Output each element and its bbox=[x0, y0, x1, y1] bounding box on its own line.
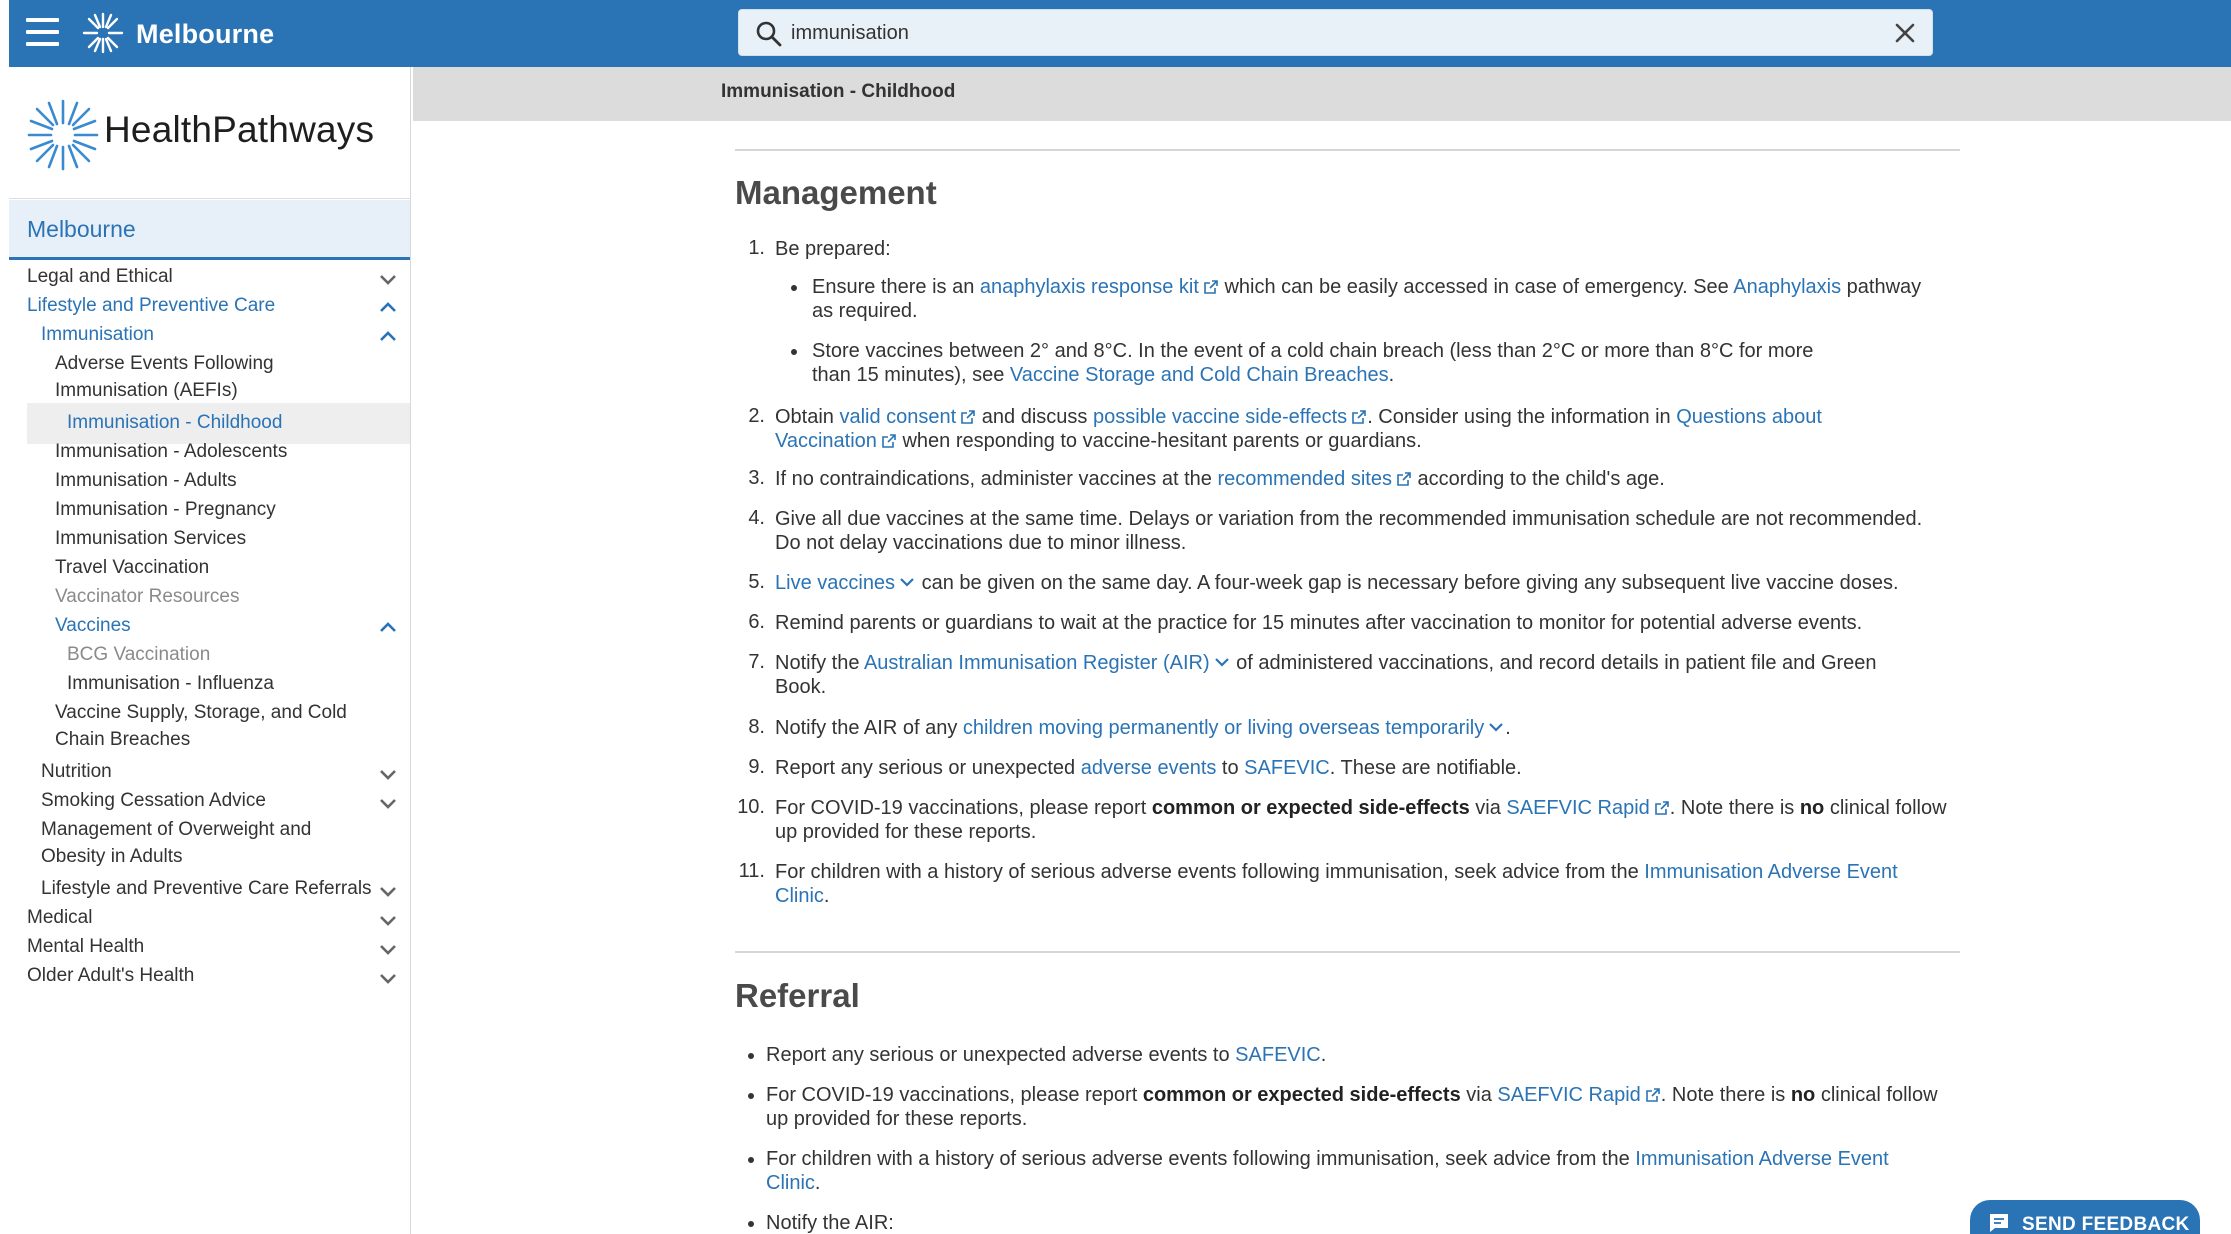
list-number: 10. bbox=[737, 796, 765, 818]
healthpathways-star-icon[interactable] bbox=[81, 11, 125, 55]
region-title[interactable]: Melbourne bbox=[136, 19, 274, 50]
air-link[interactable]: Australian Immunisation Register (AIR) bbox=[864, 652, 1210, 674]
sidebar-item[interactable]: Older Adult's Health bbox=[9, 956, 410, 997]
list-number: 8. bbox=[748, 716, 765, 738]
send-feedback-button[interactable]: SEND FEEDBACK bbox=[1970, 1200, 2200, 1234]
list-item-7: Notify the Australian Immunisation Regis… bbox=[775, 652, 1877, 698]
valid-consent-link[interactable]: valid consent bbox=[839, 406, 956, 428]
referral-item-4: Notify the AIR: bbox=[766, 1212, 894, 1234]
bullet bbox=[748, 1157, 754, 1163]
list-item-10: For COVID-19 vaccinations, please report… bbox=[775, 797, 1947, 843]
breadcrumb: Immunisation - Childhood bbox=[721, 81, 956, 102]
section-divider bbox=[735, 149, 1960, 151]
bullet bbox=[748, 1221, 754, 1227]
adverse-event-clinic-link[interactable]: Immunisation Adverse Event bbox=[1644, 861, 1897, 883]
management-heading: Management bbox=[735, 174, 937, 211]
external-link-icon bbox=[961, 410, 976, 424]
list-item-4: Give all due vaccines at the same time. … bbox=[775, 508, 1923, 554]
live-vaccines-link[interactable]: Live vaccines bbox=[775, 572, 895, 594]
referral-heading: Referral bbox=[735, 977, 860, 1014]
list-number: 1. bbox=[748, 237, 765, 259]
referral-saefvic-rapid-link[interactable]: SAEFVIC Rapid bbox=[1497, 1084, 1640, 1106]
list-item-8: Notify the AIR of any children moving pe… bbox=[775, 717, 1511, 739]
sidebar-item-label-line2: Obesity in Adults bbox=[41, 846, 183, 867]
external-link-icon bbox=[1204, 280, 1218, 294]
referral-item-2: For COVID-19 vaccinations, please report… bbox=[766, 1084, 1938, 1130]
adverse-events-link[interactable]: adverse events bbox=[1081, 757, 1217, 779]
close-icon[interactable] bbox=[1892, 20, 1918, 46]
bullet bbox=[791, 285, 797, 291]
list-item-3: If no contraindications, administer vacc… bbox=[775, 468, 1665, 490]
list-number: 9. bbox=[748, 756, 765, 778]
list-number: 7. bbox=[748, 651, 765, 673]
side-effects-link[interactable]: possible vaccine side-effects bbox=[1093, 406, 1347, 428]
breadcrumb-bar: Immunisation - Childhood bbox=[413, 67, 2231, 121]
list-item-1-bullet-2: Store vaccines between 2° and 8°C. In th… bbox=[812, 340, 1814, 386]
list-number: 3. bbox=[748, 467, 765, 489]
external-link-icon bbox=[1654, 801, 1669, 815]
list-item-11: For children with a history of serious a… bbox=[775, 861, 1898, 907]
list-item-1: Be prepared: bbox=[775, 238, 891, 260]
sidebar-item-label: Older Adult's Health bbox=[27, 965, 195, 986]
adverse-event-clinic-link-2[interactable]: Clinic bbox=[775, 885, 824, 907]
hamburger-menu-icon[interactable] bbox=[26, 18, 59, 46]
referral-clinic-link-2[interactable]: Clinic bbox=[766, 1172, 815, 1194]
section-divider bbox=[735, 951, 1960, 953]
external-link-icon bbox=[1645, 1088, 1660, 1102]
referral-item-3: For children with a history of serious a… bbox=[766, 1148, 1889, 1194]
list-item-2: Obtain valid consent and discuss possibl… bbox=[775, 406, 1822, 452]
region-selector[interactable]: Melbourne bbox=[9, 200, 410, 260]
external-link-icon bbox=[1397, 472, 1411, 486]
list-item-9: Report any serious or unexpected adverse… bbox=[775, 757, 1522, 779]
list-number: 2. bbox=[748, 405, 765, 427]
bullet bbox=[748, 1053, 754, 1059]
region-label: Melbourne bbox=[27, 216, 136, 242]
children-overseas-link[interactable]: children moving permanently or living ov… bbox=[963, 717, 1484, 739]
referral-item-1: Report any serious or unexpected adverse… bbox=[766, 1044, 1327, 1066]
sidebar-item-label: Adverse Events Following bbox=[55, 353, 274, 374]
bullet bbox=[748, 1093, 754, 1099]
anaphylaxis-link[interactable]: Anaphylaxis bbox=[1733, 276, 1841, 298]
referral-clinic-link[interactable]: Immunisation Adverse Event bbox=[1635, 1148, 1888, 1170]
bullet bbox=[791, 349, 797, 355]
list-number: 6. bbox=[748, 611, 765, 633]
list-number: 5. bbox=[748, 571, 765, 593]
questions-about-vaccination-link-2[interactable]: Vaccination bbox=[775, 430, 877, 452]
questions-about-vaccination-link[interactable]: Questions about bbox=[1676, 406, 1822, 428]
healthpathways-logo-icon bbox=[27, 99, 99, 171]
magnifier-icon bbox=[756, 21, 782, 47]
send-feedback-label: SEND FEEDBACK bbox=[2022, 1214, 2190, 1234]
top-bar: Melbourne bbox=[9, 0, 2231, 67]
cold-chain-link[interactable]: Vaccine Storage and Cold Chain Breaches bbox=[1010, 364, 1389, 386]
list-number: 11. bbox=[738, 860, 765, 882]
external-link-icon bbox=[882, 434, 896, 448]
list-item-5: Live vaccines can be given on the same d… bbox=[775, 572, 1899, 594]
brand-name: HealthPathways bbox=[104, 109, 375, 150]
list-item-6: Remind parents or guardians to wait at t… bbox=[775, 612, 1863, 634]
chevron-down-icon[interactable] bbox=[898, 575, 916, 589]
list-number: 4. bbox=[748, 507, 765, 529]
anaphylaxis-kit-link[interactable]: anaphylaxis response kit bbox=[980, 276, 1199, 298]
sidebar-item-label: Management of Overweight and bbox=[41, 819, 312, 840]
recommended-sites-link[interactable]: recommended sites bbox=[1217, 468, 1392, 490]
search-input[interactable] bbox=[791, 17, 1861, 49]
sidebar-item-label-line2: Chain Breaches bbox=[55, 729, 191, 750]
chevron-down-icon[interactable] bbox=[1213, 655, 1231, 669]
referral-safevic-link[interactable]: SAFEVIC bbox=[1235, 1044, 1321, 1066]
chevron-down-icon[interactable] bbox=[1487, 720, 1505, 734]
chevron-down-icon[interactable] bbox=[376, 966, 400, 990]
search-box[interactable] bbox=[738, 9, 1933, 56]
saefvic-rapid-link[interactable]: SAEFVIC Rapid bbox=[1506, 797, 1649, 819]
sidebar-item-label-line2: Immunisation (AEFIs) bbox=[55, 380, 238, 401]
sidebar-item-label: Vaccine Supply, Storage, and Cold bbox=[55, 702, 347, 723]
message-icon bbox=[1990, 1214, 2008, 1232]
list-item-1-bullet-1: Ensure there is an anaphylaxis response … bbox=[812, 276, 1922, 322]
brand-header: HealthPathways bbox=[9, 67, 410, 199]
safevic-link[interactable]: SAFEVIC bbox=[1244, 757, 1330, 779]
sidebar: HealthPathways Melbourne Legal and Ethic… bbox=[9, 67, 411, 1234]
external-link-icon bbox=[1352, 410, 1366, 424]
